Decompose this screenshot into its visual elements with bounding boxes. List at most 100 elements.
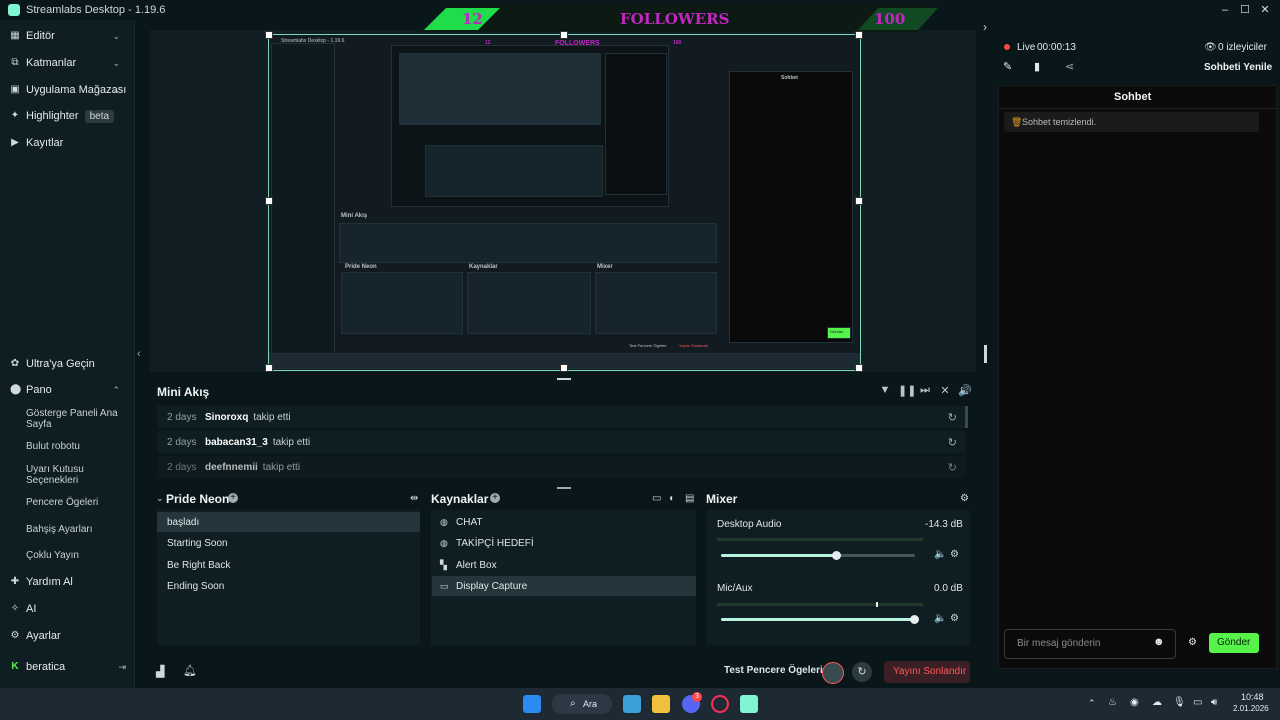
close-button[interactable]: ✕ (1256, 2, 1274, 18)
skip-icon[interactable]: ⏭ (918, 384, 932, 397)
feed-scrollbar[interactable] (965, 406, 968, 428)
mixer-settings-icon[interactable]: ⚙ (960, 493, 969, 504)
volume-slider-knob[interactable] (832, 551, 841, 560)
sidebar-item-recordings[interactable]: ▶ Kayıtlar (10, 134, 130, 152)
inner-scenes-title: Pride Neon (345, 264, 377, 270)
sidebar-sub-dashboard-home[interactable]: Gösterge Paneli Ana Sayfa (26, 408, 126, 430)
share-icon[interactable]: ⋖ (1065, 60, 1074, 73)
scene-item[interactable]: Starting Soon (157, 533, 420, 553)
volume-slider-knob[interactable] (910, 615, 919, 624)
notifications-icon[interactable]: 🔔︎ (183, 664, 197, 677)
sidebar-item-settings[interactable]: ⚙ Ayarlar (10, 627, 130, 645)
volume-tray-icon[interactable]: 🔊︎ (1211, 697, 1217, 708)
sidebar-item-help[interactable]: ✚ Yardım Al (10, 573, 130, 591)
speaker-icon[interactable]: 🔈 (934, 613, 946, 624)
taskbar-search[interactable] (552, 694, 612, 714)
network-icon[interactable]: ▭ (1193, 697, 1202, 708)
banner-goal: 100 (874, 10, 906, 28)
windows-start-icon[interactable] (523, 695, 541, 713)
source-display-icon[interactable]: ▭ (652, 493, 661, 504)
microphone-icon[interactable]: 🎙︎ (1173, 697, 1186, 708)
pause-icon[interactable]: ❚❚ (898, 384, 916, 397)
resize-handle-b[interactable] (560, 364, 568, 372)
sidebar-item-ai[interactable]: ✧ AI (10, 600, 130, 618)
replay-icon[interactable]: ↻ (948, 461, 957, 474)
sidebar-item-ultra[interactable]: ✿ Ultra'ya Geçin (10, 355, 130, 373)
volume-slider-fill (721, 618, 915, 621)
replay-icon[interactable]: ↻ (948, 436, 957, 449)
maximize-button[interactable]: ☐ (1236, 2, 1254, 18)
sidebar-sub-alertbox[interactable]: Uyarı Kutusu Seçenekleri (26, 464, 126, 486)
source-item[interactable]: ▚ Alert Box (432, 555, 696, 575)
sidebar-sub-multistream[interactable]: Çoklu Yayın (26, 550, 126, 561)
record-button[interactable] (822, 662, 844, 684)
minimize-button[interactable]: – (1216, 2, 1234, 18)
emoji-icon[interactable]: ☻ (1153, 636, 1165, 648)
resize-handle-l[interactable] (265, 197, 273, 205)
chevron-down-icon: ⌄ (112, 57, 120, 68)
feed-time: 2 days (167, 411, 197, 423)
add-source-icon[interactable]: + (490, 493, 500, 503)
cloud-icon[interactable]: ☁ (1152, 697, 1162, 708)
replay-icon[interactable]: ↻ (948, 411, 957, 424)
collapse-scenes-icon[interactable]: ⌄ (156, 493, 164, 504)
refresh-chat-button[interactable]: Sohbeti Yenile (1204, 62, 1272, 73)
streamlabs-taskbar-icon[interactable] (740, 695, 758, 713)
source-item[interactable]: ▭ Display Capture (432, 576, 696, 596)
filter-icon[interactable]: ▼ (878, 384, 892, 396)
source-folder-icon[interactable]: ▤ (685, 493, 694, 504)
sidebar-sub-widgets[interactable]: Pencere Ögeleri (26, 497, 126, 508)
replay-buffer-icon[interactable]: ↻ (852, 662, 872, 682)
channel-settings-icon[interactable]: ⚙ (950, 549, 959, 560)
sidebar-item-store[interactable]: ▣ Uygulama Mağazası ⌄ (10, 81, 130, 99)
scene-transitions-icon[interactable]: ⇹ (410, 493, 418, 504)
sidebar-item-label: Ayarlar (26, 630, 61, 642)
sidebar-item-highlighter[interactable]: ✦ Highlighter beta (10, 107, 130, 125)
sidebar-item-pano[interactable]: ⬤ Pano ⌃ (10, 381, 130, 399)
add-scene-icon[interactable]: + (228, 493, 238, 503)
studio-mode-icon[interactable]: ▮ (1034, 60, 1040, 73)
source-item[interactable]: ◍ TAKİPÇİ HEDEFİ (432, 533, 696, 553)
chat-resize-handle[interactable] (984, 345, 987, 363)
send-button-label: Gönder (1217, 637, 1251, 648)
tray-chevron-icon[interactable]: ⌃ (1088, 698, 1096, 709)
scene-item[interactable]: Be Right Back (157, 555, 420, 575)
sidebar-sub-tips[interactable]: Bahşiş Ayarları (26, 524, 126, 535)
stats-icon[interactable]: ▟ (156, 665, 164, 678)
resize-handle-tr[interactable] (855, 31, 863, 39)
clock-date[interactable]: 2.01.2026 (1233, 704, 1269, 713)
notification-badge: 3 (692, 692, 702, 702)
speaker-icon[interactable]: 🔈 (934, 549, 946, 560)
test-widgets-button[interactable]: Test Pencere Ögeleri (724, 665, 823, 676)
sidebar-item-layers[interactable]: ⧉ Katmanlar ⌄ (10, 54, 130, 72)
source-item[interactable]: ◍ CHAT (432, 512, 696, 532)
resize-handle-r[interactable] (855, 197, 863, 205)
opera-icon[interactable] (711, 695, 729, 713)
chat-settings-icon[interactable]: ⚙ (1188, 637, 1197, 648)
nvidia-icon[interactable]: ◉ (1130, 697, 1139, 708)
scene-item[interactable]: Ending Soon (157, 576, 420, 596)
sidebar-user[interactable]: K beratica ⇥ (10, 658, 130, 676)
collapse-sidebar-icon[interactable]: ‹ (137, 348, 141, 360)
panel-resize-handle[interactable] (557, 487, 571, 489)
channel-settings-icon[interactable]: ⚙ (950, 613, 959, 624)
sidebar-sub-cloudbot[interactable]: Bulut robotu (26, 441, 126, 452)
mute-alerts-icon[interactable]: ✕ (938, 384, 952, 397)
inner-banner-goal: 100 (673, 40, 682, 46)
source-audio-icon[interactable]: ◖ (668, 493, 674, 504)
display-capture-source[interactable]: Streamlabs Desktop - 1.19.6 12 FOLLOWERS… (265, 31, 863, 372)
widgets-icon[interactable] (623, 695, 641, 713)
steam-icon[interactable]: ♨ (1108, 697, 1117, 708)
resize-handle-br[interactable] (855, 364, 863, 372)
clock-time[interactable]: 10:48 (1241, 692, 1264, 702)
edit-stream-icon[interactable]: ✎ (1003, 60, 1012, 73)
scenes-title[interactable]: Pride Neon (166, 492, 229, 506)
sidebar-item-editor[interactable]: ▦ Editör ⌄ (10, 27, 130, 45)
resize-handle-tl[interactable] (265, 31, 273, 39)
volume-icon[interactable]: 🔊 (958, 384, 972, 397)
file-explorer-icon[interactable] (652, 695, 670, 713)
scene-item[interactable]: başladı (157, 512, 420, 532)
expand-chat-icon[interactable]: › (983, 20, 987, 34)
resize-handle-t[interactable] (560, 31, 568, 39)
resize-handle-bl[interactable] (265, 364, 273, 372)
